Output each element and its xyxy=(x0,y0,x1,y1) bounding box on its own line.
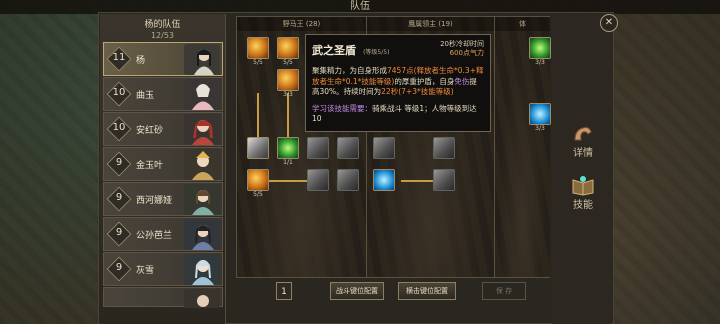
member-name: 公孙芭兰 xyxy=(136,231,173,241)
member-level: 10 xyxy=(112,122,126,133)
tooltip-cooldown: 20秒冷却时间 xyxy=(440,40,484,48)
member-portrait xyxy=(184,44,220,75)
member-portrait xyxy=(184,254,220,285)
member-level: 11 xyxy=(112,52,126,63)
member-portrait xyxy=(184,289,220,308)
column-header: 体 xyxy=(495,17,550,31)
member-portrait xyxy=(184,149,220,180)
combat-keys-button[interactable]: 战斗键位配置 xyxy=(330,282,384,300)
save-button[interactable]: 保 存 xyxy=(482,282,526,300)
book-icon xyxy=(571,174,595,196)
member-row[interactable] xyxy=(103,287,223,308)
member-level: 10 xyxy=(112,87,126,98)
skill-slot[interactable] xyxy=(433,137,455,159)
skill-slot[interactable] xyxy=(307,169,329,191)
member-name: 金玉叶 xyxy=(136,161,164,171)
arm-icon xyxy=(571,122,595,144)
tooltip-description: 聚集精力，为自身形成7457点(释放者生命*0.3+释放者生命*0.1*技能等级… xyxy=(312,66,484,98)
team-header: 杨的队伍 12/53 xyxy=(100,14,225,42)
tooltip-meta: 20秒冷却时间 600点气力 xyxy=(440,40,484,58)
skill-slot[interactable] xyxy=(307,137,329,159)
desc-duration: 22秒 xyxy=(381,87,399,96)
member-row[interactable]: 9 公孙芭兰 xyxy=(103,217,223,251)
skill-slot[interactable] xyxy=(247,137,269,159)
member-portrait xyxy=(184,219,220,250)
member-portrait xyxy=(184,184,220,215)
right-tab-panel: 详情 技能 xyxy=(552,14,612,324)
member-row[interactable]: 10 安红砂 xyxy=(103,112,223,146)
column-header: 鹰属领主 (19) xyxy=(367,17,494,31)
member-row[interactable]: 9 金玉叶 xyxy=(103,147,223,181)
requirement-heading: 学习该技能需要： xyxy=(312,103,372,113)
team-panel: 杨的队伍 12/53 11 杨 10 曲玉 10 安红砂 9 金玉叶 9 西河娜… xyxy=(100,14,226,324)
member-level: 9 xyxy=(115,192,123,203)
member-row[interactable]: 10 曲玉 xyxy=(103,77,223,111)
skill-link xyxy=(287,93,289,137)
skill-level-label: 1/1 xyxy=(283,159,293,166)
member-level: 9 xyxy=(115,157,123,168)
desc-keyword: 免伤 xyxy=(454,76,470,86)
skill-slot[interactable] xyxy=(277,37,299,59)
team-title: 杨的队伍 xyxy=(144,20,181,30)
skill-bottom-bar: 1 战斗键位配置 横击键位配置 保 存 xyxy=(236,280,550,304)
tab-details[interactable]: 详情 xyxy=(560,122,606,159)
tooltip-requirement: 学习该技能需要：骑乘战斗 等级1；人物等级到达10 xyxy=(312,104,484,124)
tooltip-cost: 600点气力 xyxy=(449,49,484,57)
skill-level-label: 5/5 xyxy=(283,59,293,66)
member-level: 9 xyxy=(115,262,123,273)
skill-slot[interactable] xyxy=(247,37,269,59)
member-portrait xyxy=(184,79,220,110)
tooltip-skill-level: (等级5/5) xyxy=(363,49,390,56)
member-name: 曲玉 xyxy=(136,91,155,101)
tab-label: 详情 xyxy=(573,148,593,159)
tab-skills[interactable]: 技能 xyxy=(560,174,606,211)
skill-level-label: 3/3 xyxy=(283,91,293,98)
member-name: 灰雪 xyxy=(136,266,155,276)
close-button[interactable]: ✕ xyxy=(600,14,618,32)
member-level: 9 xyxy=(115,227,123,238)
skill-slot[interactable] xyxy=(337,169,359,191)
tab-label: 技能 xyxy=(573,200,593,211)
desc-text: 的厚重护盾，自身 xyxy=(394,76,455,86)
member-row[interactable]: 11 杨 xyxy=(103,42,223,76)
skill-link xyxy=(269,180,309,182)
skill-slot[interactable] xyxy=(247,169,269,191)
skill-points: 1 xyxy=(276,282,292,300)
skill-level-label: 5/5 xyxy=(253,191,263,198)
member-name: 杨 xyxy=(136,56,146,66)
member-name: 安红砂 xyxy=(136,126,164,136)
member-portrait xyxy=(184,114,220,145)
member-name: 西河娜娅 xyxy=(136,196,173,206)
ride-keys-button[interactable]: 横击键位配置 xyxy=(398,282,456,300)
skill-level-label: 5/5 xyxy=(253,59,263,66)
close-icon: ✕ xyxy=(604,17,614,28)
skill-level-label: 3/3 xyxy=(535,59,545,66)
tooltip-skill-name: 武之圣盾 xyxy=(312,44,356,57)
desc-duration-formula: (7+3*技能等级) xyxy=(398,87,454,96)
skill-slot[interactable] xyxy=(277,69,299,91)
skill-slot[interactable] xyxy=(277,137,299,159)
skill-slot[interactable] xyxy=(373,137,395,159)
skill-link xyxy=(257,93,259,137)
skill-slot[interactable] xyxy=(373,169,395,191)
desc-text: 聚集精力，为自身形成 xyxy=(312,66,387,75)
skill-slot[interactable] xyxy=(433,169,455,191)
team-count: 12/53 xyxy=(150,31,175,40)
skill-slot[interactable] xyxy=(529,103,551,125)
skill-level-label: 3/3 xyxy=(535,125,545,132)
skill-tooltip: 武之圣盾 (等级5/5) 20秒冷却时间 600点气力 聚集精力，为自身形成74… xyxy=(305,34,491,132)
skill-slot[interactable] xyxy=(337,137,359,159)
member-row[interactable]: 9 灰雪 xyxy=(103,252,223,286)
skill-link xyxy=(401,180,437,182)
column-header: 野马王 (28) xyxy=(237,17,366,31)
member-row[interactable]: 9 西河娜娅 xyxy=(103,182,223,216)
skill-slot[interactable] xyxy=(529,37,551,59)
